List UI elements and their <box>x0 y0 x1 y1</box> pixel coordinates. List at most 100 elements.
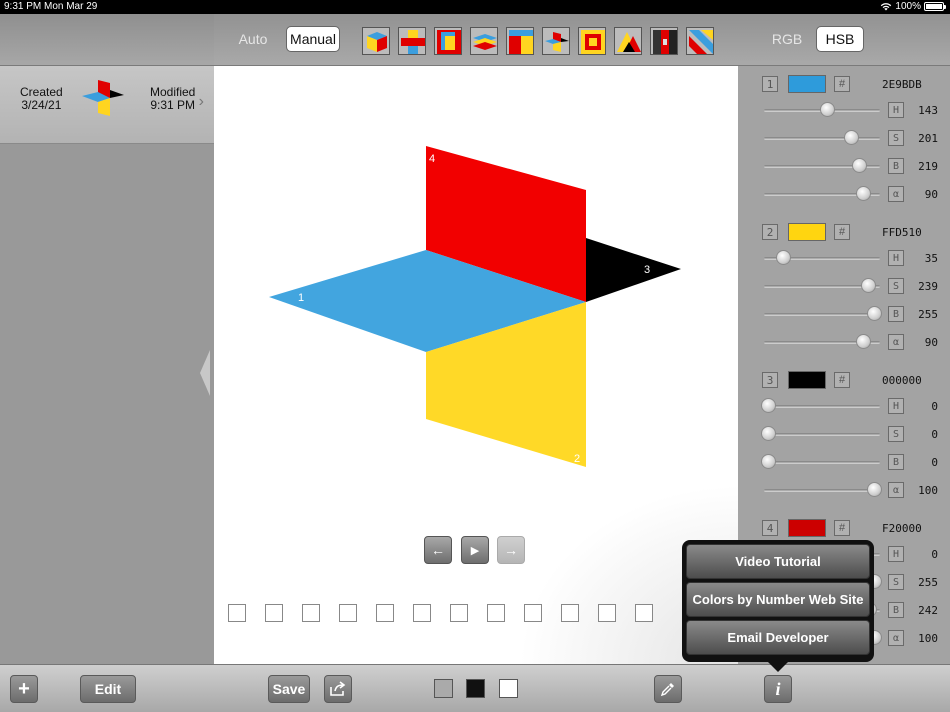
background-swatch-black[interactable] <box>466 679 485 698</box>
add-document-button[interactable]: + <box>10 675 38 703</box>
frame-slot[interactable] <box>598 604 616 622</box>
share-icon <box>330 681 346 696</box>
edit-button[interactable]: Edit <box>80 675 136 703</box>
frame-slot[interactable] <box>228 604 246 622</box>
color-swatch[interactable] <box>788 519 826 537</box>
collapse-left-icon[interactable] <box>200 350 210 396</box>
slider-track[interactable] <box>764 461 880 464</box>
frame-slot[interactable] <box>487 604 505 622</box>
preset-4[interactable] <box>470 27 498 55</box>
slider-knob[interactable] <box>856 334 872 349</box>
color-swatch[interactable] <box>788 75 826 93</box>
slider-knob[interactable] <box>775 250 791 265</box>
background-swatch-white[interactable] <box>499 679 518 698</box>
tab-manual[interactable]: Manual <box>286 26 340 52</box>
save-button[interactable]: Save <box>268 675 310 703</box>
status-date: Mon Mar 29 <box>44 1 98 12</box>
slider-knob[interactable] <box>820 102 836 117</box>
previous-frame-button[interactable]: ← <box>424 536 452 564</box>
frame-slot[interactable] <box>302 604 320 622</box>
preset-strip <box>362 27 714 55</box>
color-index-badge[interactable]: 3 <box>762 372 778 388</box>
tab-rgb[interactable]: RGB <box>762 26 812 52</box>
preset-3[interactable] <box>434 27 462 55</box>
slider-knob[interactable] <box>761 426 776 441</box>
color-index-badge[interactable]: 4 <box>762 520 778 536</box>
hex-value: FFD510 <box>882 226 922 239</box>
hex-input-button[interactable]: # <box>834 520 850 536</box>
slider-knob[interactable] <box>867 306 882 321</box>
hex-input-button[interactable]: # <box>834 372 850 388</box>
next-frame-button[interactable]: → <box>497 536 525 564</box>
shape-3-black[interactable] <box>586 238 681 302</box>
slider-knob[interactable] <box>867 482 882 497</box>
slider-row-H: H 35 <box>738 248 950 268</box>
preset-8[interactable] <box>614 27 642 55</box>
play-button[interactable]: ▶ <box>461 536 489 564</box>
preset-5[interactable] <box>506 27 534 55</box>
modified-time: 9:31 PM <box>150 98 196 112</box>
color-index-badge[interactable]: 1 <box>762 76 778 92</box>
slider-row-α: α 90 <box>738 332 950 352</box>
shape-label-2: 2 <box>574 453 580 465</box>
slider-knob[interactable] <box>761 398 776 413</box>
preset-9[interactable] <box>650 27 678 55</box>
document-created: Created 3/24/21 <box>20 86 63 112</box>
frame-slot[interactable] <box>376 604 394 622</box>
color-index-badge[interactable]: 2 <box>762 224 778 240</box>
color-swatch[interactable] <box>788 223 826 241</box>
slider-row-B: B 255 <box>738 304 950 324</box>
shape-label-3: 3 <box>644 264 650 276</box>
slider-knob[interactable] <box>860 278 876 293</box>
preset-2[interactable] <box>398 27 426 55</box>
preset-6[interactable] <box>542 27 570 55</box>
info-button[interactable]: i <box>764 675 792 703</box>
video-tutorial-menu-item[interactable]: Video Tutorial <box>686 544 870 579</box>
channel-value: 0 <box>931 548 938 561</box>
status-right: 100% <box>880 1 946 12</box>
slider-row-α: α 100 <box>738 480 950 500</box>
tab-hsb[interactable]: HSB <box>816 26 864 52</box>
background-swatch-gray[interactable] <box>434 679 453 698</box>
chevron-right-icon: › <box>198 93 204 110</box>
channel-value: 0 <box>931 456 938 469</box>
eyedropper-button[interactable] <box>654 675 682 703</box>
document-row[interactable]: Created 3/24/21 Modified 9:31 PM › <box>0 66 214 144</box>
documents-panel: Created 3/24/21 Modified 9:31 PM › + Edi… <box>0 14 214 712</box>
slider-knob[interactable] <box>843 130 859 145</box>
shape-label-1: 1 <box>298 292 304 304</box>
preset-10[interactable] <box>686 27 714 55</box>
slider-knob[interactable] <box>856 186 872 201</box>
frame-slot[interactable] <box>450 604 468 622</box>
slider-track[interactable] <box>764 405 880 408</box>
channel-value: 219 <box>918 160 938 173</box>
slider-track[interactable] <box>764 489 880 492</box>
preset-1[interactable] <box>362 27 390 55</box>
preset-7[interactable] <box>578 27 606 55</box>
slider-row-H: H 143 <box>738 100 950 120</box>
frame-slot[interactable] <box>561 604 579 622</box>
eyedropper-icon <box>660 683 674 697</box>
slider-knob[interactable] <box>761 454 776 469</box>
hex-input-button[interactable]: # <box>834 76 850 92</box>
artwork-canvas[interactable]: 1 2 3 4 ← ▶ → <box>214 66 738 664</box>
slider-track[interactable] <box>764 137 880 140</box>
channel-value: 255 <box>918 308 938 321</box>
frame-slot[interactable] <box>524 604 542 622</box>
hex-value: F20000 <box>882 522 922 535</box>
frame-slot[interactable] <box>635 604 653 622</box>
website-menu-item[interactable]: Colors by Number Web Site <box>686 582 870 617</box>
channel-value: 201 <box>918 132 938 145</box>
frame-slot[interactable] <box>339 604 357 622</box>
share-button[interactable] <box>324 675 352 703</box>
hex-input-button[interactable]: # <box>834 224 850 240</box>
tab-auto[interactable]: Auto <box>226 26 280 52</box>
frame-slot[interactable] <box>265 604 283 622</box>
email-developer-menu-item[interactable]: Email Developer <box>686 620 870 655</box>
slider-track[interactable] <box>764 433 880 436</box>
slider-track[interactable] <box>764 313 880 316</box>
color-swatch[interactable] <box>788 371 826 389</box>
frame-slot[interactable] <box>413 604 431 622</box>
slider-row-H: H0 <box>738 396 950 416</box>
slider-knob[interactable] <box>852 158 868 173</box>
